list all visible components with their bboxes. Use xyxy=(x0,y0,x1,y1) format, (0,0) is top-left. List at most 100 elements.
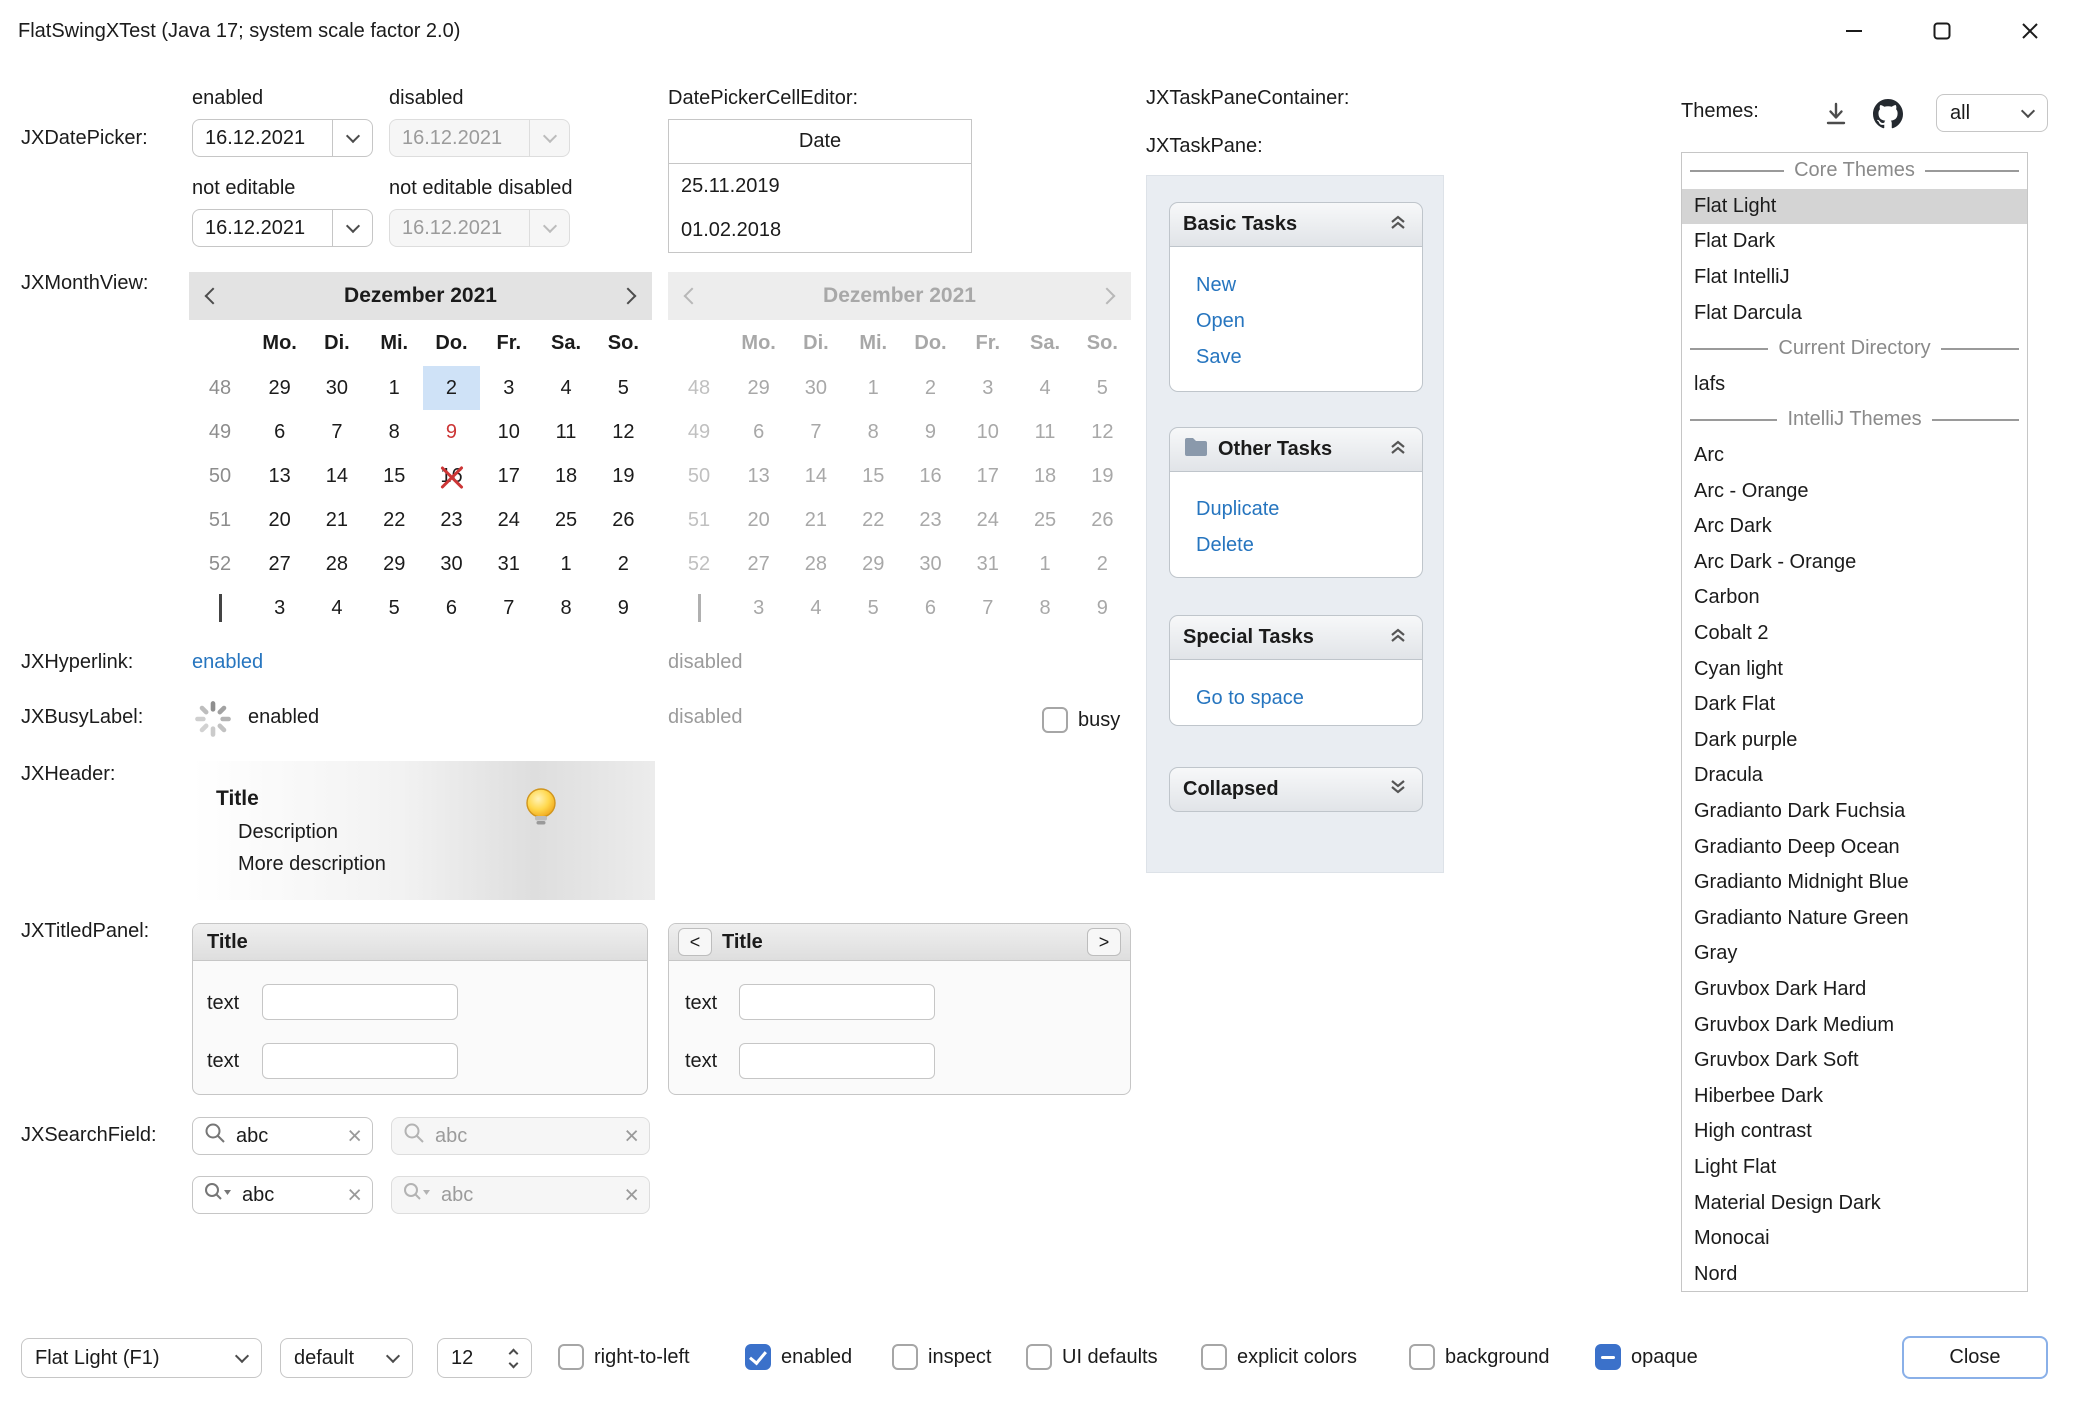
calendar-day[interactable]: 6 xyxy=(423,586,480,630)
theme-list-item[interactable]: Arc Dark xyxy=(1682,509,2027,545)
checkbox-explicit-colors[interactable]: explicit colors xyxy=(1201,1344,1357,1370)
checkbox-busy[interactable]: busy xyxy=(1042,707,1120,733)
calendar-day[interactable]: 20 xyxy=(251,498,308,542)
theme-list-item[interactable]: Flat Darcula xyxy=(1682,295,2027,331)
theme-list-item[interactable]: Gradianto Nature Green xyxy=(1682,900,2027,936)
calendar-day[interactable]: 26 xyxy=(595,498,652,542)
calendar-day[interactable]: 21 xyxy=(308,498,365,542)
close-window-button[interactable] xyxy=(1986,0,2074,62)
datepicker-enabled[interactable]: 16.12.2021 xyxy=(192,119,373,157)
github-button[interactable] xyxy=(1870,96,1906,132)
calendar-day[interactable]: 3 xyxy=(480,366,537,410)
hyperlink-enabled[interactable]: enabled xyxy=(192,651,263,674)
search-icon[interactable] xyxy=(203,1121,227,1151)
titled-panel-right-button[interactable]: > xyxy=(1087,928,1121,956)
search-field-enabled[interactable]: abc × xyxy=(192,1117,373,1155)
checkbox-inspect[interactable]: inspect xyxy=(892,1344,991,1370)
calendar-day[interactable]: 3 xyxy=(251,586,308,630)
theme-list-item[interactable]: High contrast xyxy=(1682,1114,2027,1150)
theme-list-item[interactable]: Arc Dark - Orange xyxy=(1682,545,2027,581)
calendar-day[interactable]: 14 xyxy=(308,454,365,498)
calendar-day[interactable]: 25 xyxy=(537,498,594,542)
next-month-icon[interactable] xyxy=(620,288,637,305)
theme-list-item[interactable]: Carbon xyxy=(1682,580,2027,616)
theme-list-item[interactable]: Arc xyxy=(1682,438,2027,474)
themes-filter-combo[interactable]: all xyxy=(1936,94,2048,132)
taskpane-header[interactable]: Collapsed xyxy=(1169,767,1423,812)
calendar-day[interactable]: 12 xyxy=(595,410,652,454)
calendar-day[interactable]: 17 xyxy=(480,454,537,498)
theme-list-item[interactable]: Gruvbox Dark Hard xyxy=(1682,972,2027,1008)
clear-icon[interactable]: × xyxy=(347,1124,362,1149)
calendar-day[interactable]: 30 xyxy=(423,542,480,586)
calendar-day[interactable]: 19 xyxy=(595,454,652,498)
checkbox-enabled[interactable]: enabled xyxy=(745,1344,852,1370)
theme-list-item[interactable]: Gray xyxy=(1682,936,2027,972)
calendar-day[interactable]: 28 xyxy=(308,542,365,586)
search-field-with-menu[interactable]: abc × xyxy=(192,1176,373,1214)
checkbox-right-to-left[interactable]: right-to-left xyxy=(558,1344,690,1370)
calendar-day[interactable]: 7 xyxy=(308,410,365,454)
maximize-button[interactable] xyxy=(1898,0,1986,62)
calendar-day[interactable]: 7 xyxy=(480,586,537,630)
calendar-day[interactable]: 6 xyxy=(251,410,308,454)
text-input[interactable] xyxy=(262,1043,458,1079)
theme-list-item[interactable]: Gradianto Midnight Blue xyxy=(1682,865,2027,901)
taskpane-header[interactable]: Other Tasks xyxy=(1169,427,1423,472)
calendar-day[interactable]: 9 xyxy=(595,586,652,630)
calendar-day[interactable]: 30 xyxy=(308,366,365,410)
datepicker-value[interactable]: 16.12.2021 xyxy=(193,210,332,246)
spinner-down-button[interactable] xyxy=(510,1359,517,1373)
calendar-day[interactable]: 29 xyxy=(366,542,423,586)
calendar-day[interactable]: 16 xyxy=(423,454,480,498)
theme-list-item[interactable]: Dracula xyxy=(1682,758,2027,794)
text-input[interactable] xyxy=(739,984,935,1020)
theme-list-item[interactable]: Cyan light xyxy=(1682,651,2027,687)
theme-list-item[interactable]: Gruvbox Dark Soft xyxy=(1682,1043,2027,1079)
datepicker-dropdown-button[interactable] xyxy=(332,120,372,156)
calendar-day[interactable]: 8 xyxy=(366,410,423,454)
calendar-day[interactable]: 18 xyxy=(537,454,594,498)
taskpane-header[interactable]: Basic Tasks xyxy=(1169,202,1423,247)
calendar-day[interactable]: 23 xyxy=(423,498,480,542)
datepicker-dropdown-button[interactable] xyxy=(332,210,372,246)
task-link-save[interactable]: Save xyxy=(1170,339,1422,375)
calendar-day[interactable]: 9 xyxy=(423,410,480,454)
calendar-day[interactable]: 8 xyxy=(537,586,594,630)
theme-list-item[interactable]: Flat Light xyxy=(1682,189,2027,225)
theme-list-item[interactable]: lafs xyxy=(1682,367,2027,403)
font-family-combo[interactable]: default xyxy=(280,1338,413,1378)
calendar-day[interactable]: 2 xyxy=(595,542,652,586)
clear-icon[interactable]: × xyxy=(347,1183,362,1208)
theme-list-item[interactable]: Dark Flat xyxy=(1682,687,2027,723)
calendar-day[interactable]: 15 xyxy=(366,454,423,498)
calendar-day[interactable]: 24 xyxy=(480,498,537,542)
calendar-day[interactable]: 5 xyxy=(595,366,652,410)
calendar-day[interactable]: 4 xyxy=(537,366,594,410)
theme-list-item[interactable]: Material Design Dark xyxy=(1682,1185,2027,1221)
task-link-delete[interactable]: Delete xyxy=(1170,527,1422,563)
theme-list-item[interactable]: Arc - Orange xyxy=(1682,473,2027,509)
expand-icon[interactable] xyxy=(1387,776,1409,804)
search-input[interactable]: abc xyxy=(236,1125,338,1148)
close-button[interactable]: Close xyxy=(1902,1336,2048,1379)
download-theme-button[interactable] xyxy=(1818,96,1854,132)
checkbox-ui-defaults[interactable]: UI defaults xyxy=(1026,1344,1158,1370)
table-row[interactable]: 25.11.2019 xyxy=(669,164,971,208)
calendar-day[interactable]: 4 xyxy=(308,586,365,630)
theme-list-item[interactable]: Cobalt 2 xyxy=(1682,616,2027,652)
collapse-icon[interactable] xyxy=(1387,211,1409,239)
taskpane-header[interactable]: Special Tasks xyxy=(1169,615,1423,660)
calendar-day[interactable]: 10 xyxy=(480,410,537,454)
table-row[interactable]: 01.02.2018 xyxy=(669,208,971,252)
calendar-day[interactable]: 11 xyxy=(537,410,594,454)
calendar-day[interactable]: 29 xyxy=(251,366,308,410)
calendar-day[interactable]: 2 xyxy=(423,366,480,410)
theme-list-item[interactable]: Nord xyxy=(1682,1256,2027,1292)
task-link-go-to-space[interactable]: Go to space xyxy=(1170,680,1422,716)
text-input[interactable] xyxy=(739,1043,935,1079)
theme-list-item[interactable]: Gradianto Dark Fuchsia xyxy=(1682,794,2027,830)
collapse-icon[interactable] xyxy=(1387,436,1409,464)
search-input[interactable]: abc xyxy=(242,1184,338,1207)
collapse-icon[interactable] xyxy=(1387,624,1409,652)
